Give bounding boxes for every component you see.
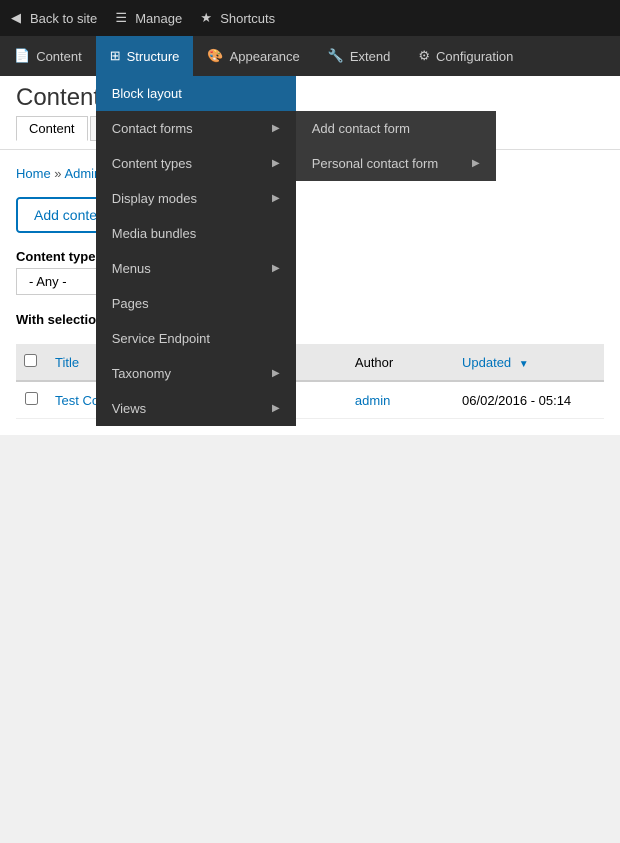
manage-icon: ☰ <box>113 10 129 26</box>
dropdown-media-bundles[interactable]: Media bundles <box>96 216 296 251</box>
updated-column-header[interactable]: Updated ▼ <box>454 344 604 381</box>
star-icon: ★ <box>198 10 214 26</box>
toolbar: ◀ Back to site ☰ Manage ★ Shortcuts <box>0 0 620 36</box>
appearance-icon: 🎨 <box>207 48 223 64</box>
chevron-right-sub-icon: ▶ <box>472 158 480 169</box>
dropdown-menus[interactable]: Menus ▶ <box>96 251 296 286</box>
sort-desc-icon: ▼ <box>519 359 529 370</box>
extend-icon: 🔧 <box>328 48 344 64</box>
menu-item-extend[interactable]: 🔧 Extend <box>314 36 405 76</box>
row-checkbox[interactable] <box>25 392 38 405</box>
structure-dropdown-menu: Block layout Contact forms ▶ Add contact… <box>96 76 296 426</box>
chevron-taxonomy-icon: ▶ <box>272 368 280 379</box>
back-to-site-button[interactable]: ◀ Back to site <box>8 10 97 26</box>
chevron-right-icon: ▶ <box>272 123 280 134</box>
row-updated-cell: 06/02/2016 - 05:14 <box>454 381 604 419</box>
tab-content[interactable]: Content <box>16 116 88 141</box>
admin-menu: 📄 Content ⊞ Structure Block layout Conta… <box>0 36 620 76</box>
dropdown-pages[interactable]: Pages <box>96 286 296 321</box>
menu-item-structure[interactable]: ⊞ Structure <box>96 36 194 76</box>
menu-item-configuration[interactable]: ⚙ Configuration <box>404 36 527 76</box>
dropdown-taxonomy[interactable]: Taxonomy ▶ <box>96 356 296 391</box>
structure-icon: ⊞ <box>110 48 121 64</box>
chevron-views-icon: ▶ <box>272 403 280 414</box>
manage-button[interactable]: ☰ Manage <box>113 10 182 26</box>
back-icon: ◀ <box>8 10 24 26</box>
contact-forms-submenu: Add contact form Personal contact form ▶ <box>296 111 496 181</box>
chevron-menus-icon: ▶ <box>272 263 280 274</box>
with-selection-label: With selection <box>16 312 104 327</box>
page-content: Home » Administrati... Add content Conte… <box>0 150 620 435</box>
shortcuts-button[interactable]: ★ Shortcuts <box>198 10 275 26</box>
row-author-cell: admin <box>347 381 454 419</box>
content-icon: 📄 <box>14 48 30 64</box>
breadcrumb-home[interactable]: Home <box>16 166 51 181</box>
submenu-personal-contact-form[interactable]: Personal contact form ▶ <box>296 146 496 181</box>
menu-item-appearance[interactable]: 🎨 Appearance <box>193 36 313 76</box>
author-column-header: Author <box>347 344 454 381</box>
dropdown-display-modes[interactable]: Display modes ▶ <box>96 181 296 216</box>
select-all-header <box>16 344 47 381</box>
menu-item-content[interactable]: 📄 Content <box>0 36 96 76</box>
structure-dropdown-container: ⊞ Structure Block layout Contact forms ▶… <box>96 36 194 76</box>
chevron-display-modes-icon: ▶ <box>272 193 280 204</box>
dropdown-views[interactable]: Views ▶ <box>96 391 296 426</box>
configuration-icon: ⚙ <box>418 48 430 64</box>
row-checkbox-cell <box>16 381 47 419</box>
dropdown-block-layout[interactable]: Block layout <box>96 76 296 111</box>
submenu-add-contact-form[interactable]: Add contact form <box>296 111 496 146</box>
dropdown-service-endpoint[interactable]: Service Endpoint <box>96 321 296 356</box>
chevron-content-types-icon: ▶ <box>272 158 280 169</box>
select-all-checkbox[interactable] <box>24 354 37 367</box>
dropdown-contact-forms[interactable]: Contact forms ▶ Add contact form Persona… <box>96 111 296 146</box>
row-author-link[interactable]: admin <box>355 393 390 408</box>
dropdown-content-types[interactable]: Content types ▶ <box>96 146 296 181</box>
